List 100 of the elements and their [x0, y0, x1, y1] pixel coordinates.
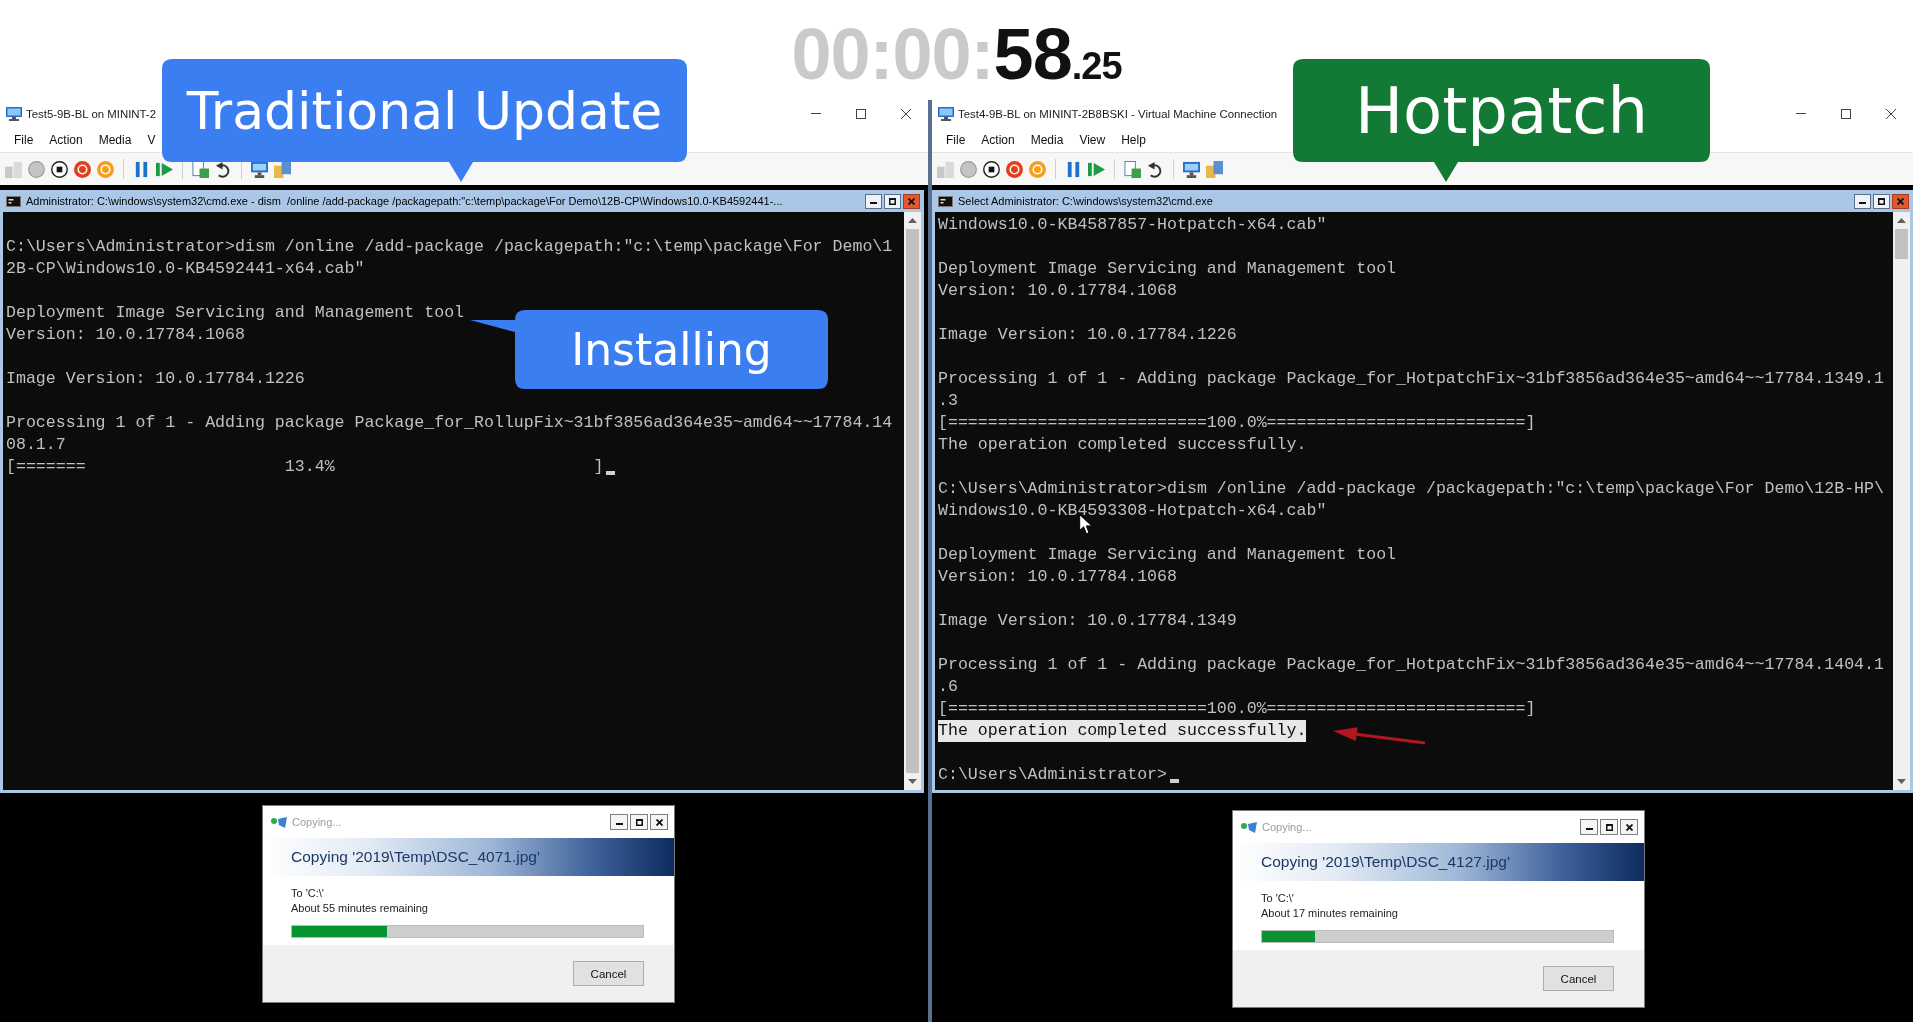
minimize-icon	[615, 823, 623, 825]
console-line: Deployment Image Servicing and Management tool	[938, 258, 1397, 280]
scroll-down-icon[interactable]	[1897, 779, 1906, 784]
maximize-button[interactable]	[630, 814, 648, 830]
minimize-button[interactable]	[1580, 819, 1598, 835]
minimize-icon	[870, 202, 877, 204]
scroll-up-icon[interactable]	[908, 218, 917, 223]
monitor-icon[interactable]	[1183, 160, 1200, 178]
pause-icon[interactable]	[133, 160, 150, 178]
close-button[interactable]	[903, 193, 920, 209]
console-line: Processing 1 of 1 - Adding package Package_for_HotpatchFix~31bf3856ad364e35~amd64~~17784.1404.1.6	[938, 654, 1885, 698]
console-icon	[938, 195, 953, 207]
maximize-button[interactable]	[1873, 193, 1890, 209]
undo-icon[interactable]	[215, 160, 232, 178]
console-line: [==========================100.0%==========================]	[938, 698, 1536, 720]
dialog-heading: Copying '2019\Temp\DSC_4127.jpg'	[1261, 853, 1510, 871]
close-icon	[655, 818, 663, 826]
console-line: Processing 1 of 1 - Adding package Package_for_HotpatchFix~31bf3856ad364e35~amd64~~17784.1349.1.3	[938, 368, 1885, 412]
callout: Traditional Update	[162, 59, 687, 182]
copy-icon	[1241, 821, 1257, 833]
maximize-icon	[1878, 197, 1885, 205]
console-line: C:\Users\Administrator>	[938, 764, 1168, 786]
console-line: [==========================100.0%==========================]	[938, 412, 1536, 434]
console-line: Windows10.0-KB4587857-Hotpatch-x64.cab"	[938, 214, 1327, 236]
stop-icon[interactable]	[983, 160, 1000, 178]
scroll-down-icon[interactable]	[908, 779, 917, 784]
menu-item[interactable]: V	[139, 132, 164, 147]
menu-item[interactable]: View	[1071, 132, 1114, 147]
target-icon[interactable]	[1006, 160, 1023, 178]
close-button[interactable]	[1620, 819, 1638, 835]
scrollbar[interactable]	[1893, 212, 1910, 790]
menu-item[interactable]: Media	[1022, 132, 1072, 147]
console-line: The operation completed successfully.	[938, 434, 1307, 456]
minimize-button[interactable]	[1854, 193, 1871, 209]
window-title: Test5-9B-BL on MININT-2	[26, 107, 156, 120]
monitor-icon[interactable]	[251, 160, 268, 178]
time-remaining-text: About 17 minutes remaining	[1261, 906, 1398, 921]
console-line: Version: 10.0.17784.1068	[938, 566, 1177, 588]
menu-item[interactable]: Action	[41, 132, 91, 147]
time-remaining-text: About 55 minutes remaining	[291, 901, 428, 916]
console-line: Version: 10.0.17784.1068	[6, 324, 245, 346]
play-icon[interactable]	[1088, 160, 1105, 178]
maximize-icon	[1605, 823, 1613, 831]
minimize-icon	[810, 113, 821, 114]
scrollbar-thumb[interactable]	[1895, 229, 1908, 259]
scrollbar[interactable]	[904, 212, 921, 790]
dialog-heading: Copying '2019\Temp\DSC_4071.jpg'	[291, 848, 540, 866]
circle-icon[interactable]	[28, 160, 45, 178]
menu-item[interactable]: File	[6, 132, 42, 147]
menu-item[interactable]: Action	[973, 132, 1023, 147]
cancel-button[interactable]: Cancel	[573, 961, 644, 986]
scrollbar-thumb[interactable]	[906, 229, 919, 773]
minimize-icon	[1585, 828, 1593, 830]
close-icon	[900, 108, 911, 119]
menu-item[interactable]: Help	[1113, 132, 1154, 147]
console-line: Version: 10.0.17784.1068	[938, 280, 1177, 302]
cancel-button[interactable]: Cancel	[1543, 966, 1614, 991]
scroll-up-icon[interactable]	[1897, 218, 1906, 223]
circle-icon[interactable]	[960, 160, 977, 178]
maximize-icon	[889, 197, 896, 205]
stop-icon[interactable]	[51, 160, 68, 178]
console-line: Processing 1 of 1 - Adding package Package_for_RollupFix~31bf3856ad364e35~amd64~~17784.1408.1.7	[6, 412, 894, 456]
minimize-icon	[1795, 113, 1806, 114]
maximize-icon	[635, 818, 643, 826]
console-title: Select Administrator: C:\windows\system32\cmd.exe	[958, 195, 1213, 207]
maximize-button[interactable]	[1600, 819, 1618, 835]
close-button[interactable]	[1892, 193, 1909, 209]
callout: Installing	[470, 310, 828, 389]
console-line: Image Version: 10.0.17784.1226	[6, 368, 305, 390]
console-line: Deployment Image Servicing and Management tool	[6, 302, 465, 324]
minimize-button[interactable]	[610, 814, 628, 830]
minimize-button[interactable]	[865, 193, 882, 209]
console-line: Image Version: 10.0.17784.1226	[938, 324, 1237, 346]
play-icon[interactable]	[156, 160, 173, 178]
dialog-title: Copying...	[1262, 821, 1312, 833]
pause-icon[interactable]	[1065, 160, 1082, 178]
maximize-icon	[1840, 108, 1851, 119]
close-icon	[1885, 108, 1896, 119]
files-icon[interactable]	[1206, 160, 1223, 178]
undo-icon[interactable]	[1147, 160, 1164, 178]
maximize-button[interactable]	[884, 193, 901, 209]
console-line: Image Version: 10.0.17784.1349	[938, 610, 1237, 632]
minimize-icon	[1859, 202, 1866, 204]
document-icon[interactable]	[1124, 160, 1141, 178]
console-line: C:\Users\Administrator>dism /online /add-package /packagepath:"c:\temp\package\For Demo\12B-CP\Windows10.0-KB4592441-x64.cab"	[6, 236, 894, 280]
close-icon	[1625, 823, 1633, 831]
close-icon	[1897, 197, 1904, 205]
close-button[interactable]	[650, 814, 668, 830]
copy-icon	[271, 816, 287, 828]
destination-text: To 'C:\'	[1261, 891, 1294, 906]
console-title: Administrator: C:\windows\system32\cmd.exe - dism /online /add-package /packagepath:"c:\temp\package\For Demo\12B-CP\Windows10.0-KB4592441-...	[26, 195, 783, 207]
console-line: Deployment Image Servicing and Management tool	[938, 544, 1397, 566]
close-icon	[908, 197, 915, 205]
console-line: [======= 13.4% ]	[6, 456, 604, 478]
callout: Hotpatch	[1293, 59, 1710, 182]
target-icon[interactable]	[74, 160, 91, 178]
menu-item[interactable]: Media	[90, 132, 140, 147]
maximize-icon	[855, 108, 866, 119]
console-line: C:\Users\Administrator>dism /online /add-package /packagepath:"c:\temp\package\For Demo\12B-HP\Windows10.0-KB4593308-Hotpatch-x64.cab"	[938, 478, 1885, 522]
menu-item[interactable]: File	[938, 132, 974, 147]
